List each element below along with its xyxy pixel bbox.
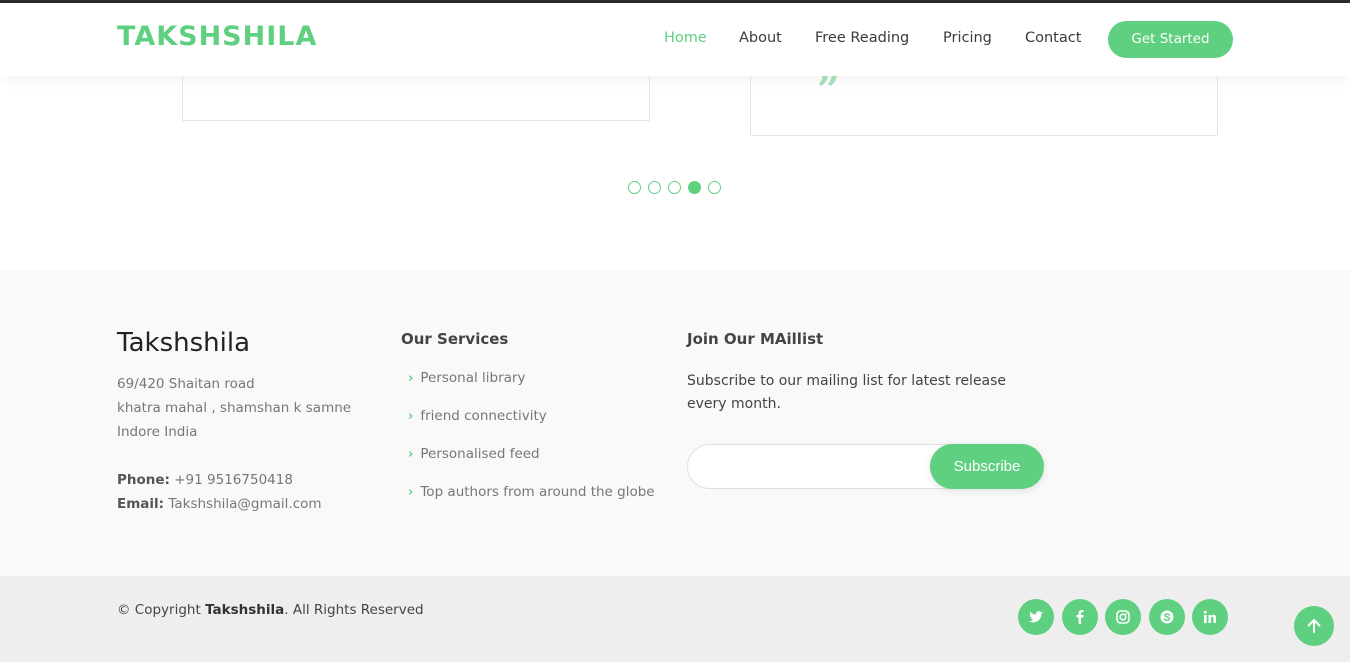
- slider-pagination: [628, 181, 728, 194]
- site-header: TAKSHSHILA Home About Free Reading Prici…: [0, 3, 1350, 76]
- chevron-right-icon: ›: [408, 485, 414, 500]
- nav-home[interactable]: Home: [664, 30, 707, 46]
- instagram-icon[interactable]: [1105, 599, 1141, 635]
- chevron-right-icon: ›: [408, 447, 414, 462]
- newsletter-heading: Join Our MAillist: [687, 330, 824, 348]
- copyright-brand: Takshshila: [205, 602, 285, 618]
- nav-about[interactable]: About: [739, 30, 782, 46]
- footer-brand: Takshshila: [117, 328, 250, 358]
- copyright-suffix: . All Rights Reserved: [284, 602, 424, 618]
- slider-dot-5[interactable]: [708, 181, 721, 194]
- back-to-top-button[interactable]: [1294, 606, 1334, 646]
- service-label: Top authors from around the globe: [420, 484, 655, 500]
- address-line-1: 69/420 Shaitan road: [117, 376, 255, 392]
- footer-top: Takshshila 69/420 Shaitan road khatra ma…: [0, 270, 1350, 576]
- nav-free-reading[interactable]: Free Reading: [815, 30, 909, 46]
- service-link[interactable]: › Personal library: [408, 370, 525, 386]
- service-label: friend connectivity: [420, 408, 547, 424]
- service-label: Personal library: [420, 370, 526, 386]
- newsletter-email-input[interactable]: [688, 445, 928, 488]
- twitter-icon[interactable]: [1018, 599, 1054, 635]
- services-heading: Our Services: [401, 330, 509, 348]
- nav-pricing[interactable]: Pricing: [943, 30, 992, 46]
- slider-dot-4[interactable]: [688, 181, 701, 194]
- arrow-up-icon: [1307, 619, 1321, 633]
- newsletter-description: Subscribe to our mailing list for latest…: [687, 373, 1007, 412]
- quote-icon: ”: [817, 67, 841, 114]
- email-value: Takshshila@gmail.com: [168, 496, 322, 512]
- address-line-3: Indore India: [117, 424, 198, 440]
- service-label: Personalised feed: [420, 446, 540, 462]
- service-link[interactable]: › Top authors from around the globe: [408, 484, 655, 500]
- facebook-icon[interactable]: [1062, 599, 1098, 635]
- linkedin-icon[interactable]: [1192, 599, 1228, 635]
- phone-info: Phone: +91 9516750418: [117, 472, 293, 488]
- newsletter-form: Subscribe: [687, 444, 1044, 489]
- slider-dot-1[interactable]: [628, 181, 641, 194]
- chevron-right-icon: ›: [408, 409, 414, 424]
- slider-dot-2[interactable]: [648, 181, 661, 194]
- copyright: © Copyright Takshshila. All Rights Reser…: [117, 602, 424, 618]
- skype-icon[interactable]: [1149, 599, 1185, 635]
- email-info: Email: Takshshila@gmail.com: [117, 496, 322, 512]
- address-line-2: khatra mahal , shamshan k samne: [117, 400, 352, 416]
- get-started-button[interactable]: Get Started: [1108, 21, 1233, 58]
- service-link[interactable]: › friend connectivity: [408, 408, 547, 424]
- phone-value: +91 9516750418: [174, 472, 293, 488]
- phone-label: Phone:: [117, 472, 170, 488]
- chevron-right-icon: ›: [408, 371, 414, 386]
- nav-contact[interactable]: Contact: [1025, 30, 1081, 46]
- copyright-prefix: © Copyright: [117, 602, 201, 618]
- slider-dot-3[interactable]: [668, 181, 681, 194]
- service-link[interactable]: › Personalised feed: [408, 446, 540, 462]
- subscribe-button[interactable]: Subscribe: [930, 444, 1044, 489]
- email-label: Email:: [117, 496, 165, 512]
- footer-bottom: © Copyright Takshshila. All Rights Reser…: [0, 576, 1350, 662]
